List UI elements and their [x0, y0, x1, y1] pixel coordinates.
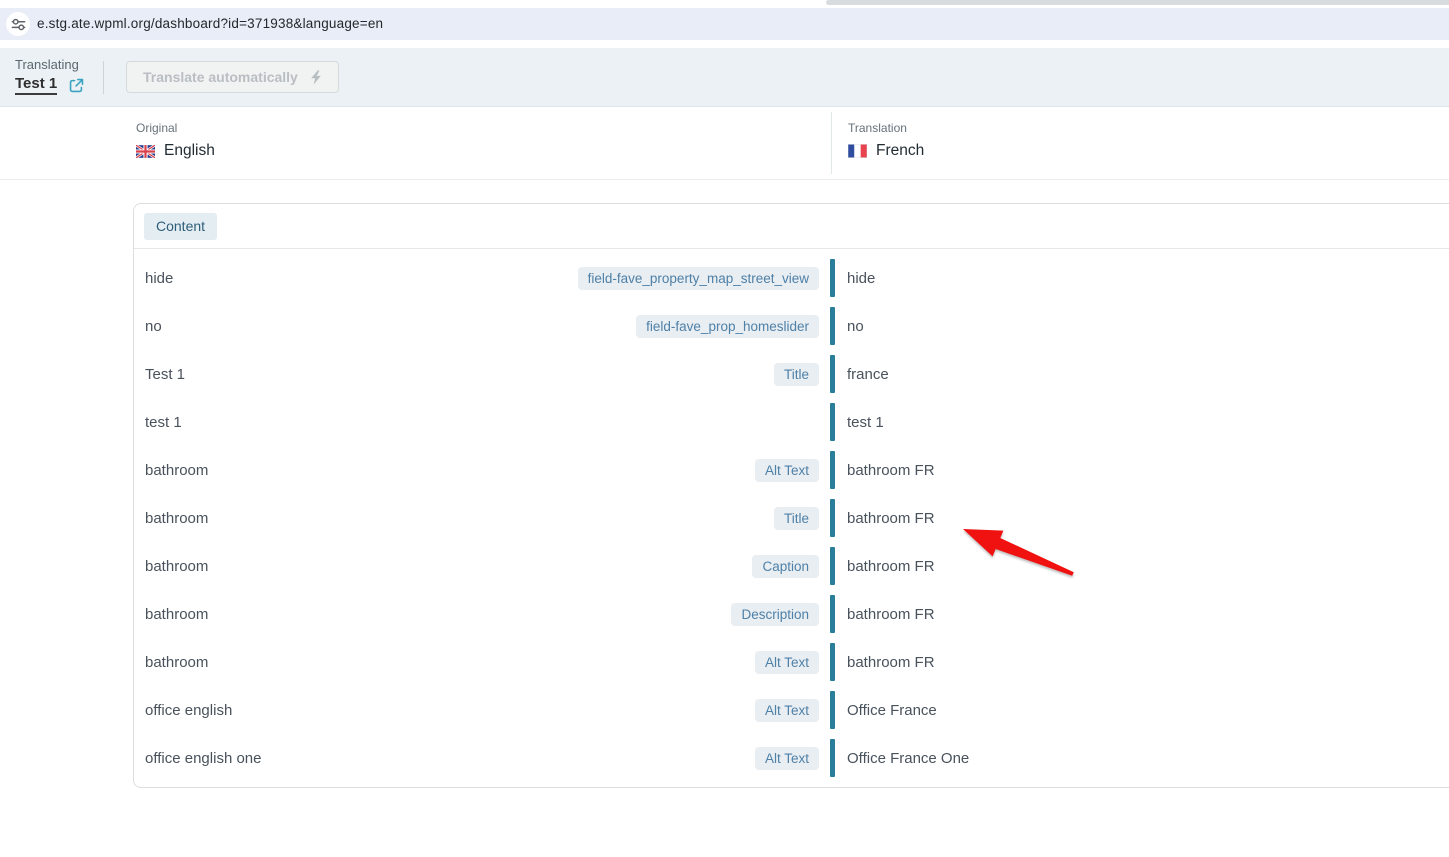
document-title-link[interactable]: Test 1 — [15, 75, 58, 95]
field-type-badge: Alt Text — [754, 698, 819, 722]
translation-row[interactable]: bathroom Description bathroom FR — [134, 590, 1449, 638]
source-text: bathroom — [145, 557, 209, 575]
translation-text[interactable]: hide — [847, 270, 875, 287]
translation-editor-card: Content hide field-fave_property_map_str… — [133, 203, 1449, 788]
source-text: bathroom — [145, 605, 209, 623]
tune-icon — [11, 18, 25, 30]
ate-dashboard-page: e.stg.ate.wpml.org/dashboard?id=371938&l… — [0, 0, 1449, 857]
language-bar-divider — [831, 112, 832, 174]
field-type-badge: Alt Text — [754, 746, 819, 770]
translation-language-block: Translation French — [848, 121, 924, 160]
translation-row[interactable]: test 1 test 1 — [134, 398, 1449, 446]
translation-row[interactable]: bathroom Title bathroom FR — [134, 494, 1449, 542]
translation-divider-bar — [830, 259, 835, 297]
translation-language-name: French — [876, 142, 925, 159]
translation-text[interactable]: test 1 — [847, 414, 884, 431]
translation-row[interactable]: bathroom Caption bathroom FR — [134, 542, 1449, 590]
language-bar: Original English Translation French — [0, 107, 1449, 180]
translate-automatically-label: Translate automatically — [143, 69, 298, 85]
original-language-block: Original English — [136, 121, 215, 160]
translation-rows: hide field-fave_property_map_street_view… — [134, 254, 1449, 782]
translation-row[interactable]: no field-fave_prop_homeslider no — [134, 302, 1449, 350]
uk-flag-icon — [136, 144, 155, 158]
lightning-icon — [311, 70, 321, 84]
translation-row[interactable]: office english Alt Text Office France — [134, 686, 1449, 734]
translation-text[interactable]: france — [847, 366, 889, 383]
site-settings-icon[interactable] — [6, 12, 30, 36]
field-type-badge: Caption — [752, 554, 819, 578]
translation-text[interactable]: bathroom FR — [847, 606, 935, 623]
source-text: Test 1 — [145, 365, 186, 383]
external-link-icon[interactable] — [68, 77, 85, 94]
field-type-badge: Title — [773, 362, 819, 386]
source-text: no — [145, 317, 162, 335]
translate-automatically-button[interactable]: Translate automatically — [126, 61, 339, 93]
source-text: bathroom — [145, 461, 209, 479]
field-type-badge: field-fave_property_map_street_view — [577, 266, 819, 290]
translation-label: Translation — [848, 121, 907, 135]
translation-divider-bar — [830, 691, 835, 729]
source-text: test 1 — [145, 413, 182, 431]
translation-divider-bar — [830, 739, 835, 777]
original-label: Original — [136, 121, 178, 135]
translation-text[interactable]: no — [847, 318, 864, 335]
source-text: office english one — [145, 749, 262, 767]
translation-divider-bar — [830, 307, 835, 345]
translation-divider-bar — [830, 547, 835, 585]
inactive-tab-fragment[interactable] — [826, 0, 1449, 5]
field-type-badge: Description — [731, 602, 819, 626]
source-text: bathroom — [145, 653, 209, 671]
source-text: office english — [145, 701, 233, 719]
tab-content[interactable]: Content — [144, 213, 218, 240]
translation-text[interactable]: bathroom FR — [847, 654, 935, 671]
ate-toolbar: Translating Test 1 Translate automatical… — [0, 48, 1449, 107]
translation-text[interactable]: bathroom FR — [847, 558, 935, 575]
toolbar-divider — [103, 61, 104, 94]
translation-divider-bar — [830, 499, 835, 537]
translation-row[interactable]: office english one Alt Text Office Franc… — [134, 734, 1449, 782]
field-type-badge: field-fave_prop_homeslider — [636, 314, 819, 338]
translation-row[interactable]: Test 1 Title france — [134, 350, 1449, 398]
translation-text[interactable]: Office France — [847, 702, 937, 719]
field-type-badge: Alt Text — [754, 650, 819, 674]
url-text[interactable]: e.stg.ate.wpml.org/dashboard?id=371938&l… — [37, 8, 383, 40]
source-text: hide — [145, 269, 174, 287]
translation-row[interactable]: bathroom Alt Text bathroom FR — [134, 638, 1449, 686]
translation-text[interactable]: bathroom FR — [847, 510, 935, 527]
translation-divider-bar — [830, 595, 835, 633]
browser-tabstrip — [0, 0, 1449, 8]
translation-text[interactable]: bathroom FR — [847, 462, 935, 479]
translation-divider-bar — [830, 355, 835, 393]
translating-block: Translating Test 1 — [15, 57, 85, 95]
field-type-badge: Title — [773, 506, 819, 530]
field-type-badge: Alt Text — [754, 458, 819, 482]
translation-text[interactable]: Office France One — [847, 750, 969, 767]
translating-label: Translating — [15, 57, 79, 72]
card-divider — [134, 248, 1449, 249]
translation-row[interactable]: hide field-fave_property_map_street_view… — [134, 254, 1449, 302]
translation-row[interactable]: bathroom Alt Text bathroom FR — [134, 446, 1449, 494]
browser-url-bar[interactable]: e.stg.ate.wpml.org/dashboard?id=371938&l… — [0, 8, 1449, 40]
translation-divider-bar — [830, 451, 835, 489]
original-language-name: English — [164, 142, 215, 159]
france-flag-icon — [848, 144, 867, 158]
translation-divider-bar — [830, 643, 835, 681]
source-text: bathroom — [145, 509, 209, 527]
translation-divider-bar — [830, 403, 835, 441]
